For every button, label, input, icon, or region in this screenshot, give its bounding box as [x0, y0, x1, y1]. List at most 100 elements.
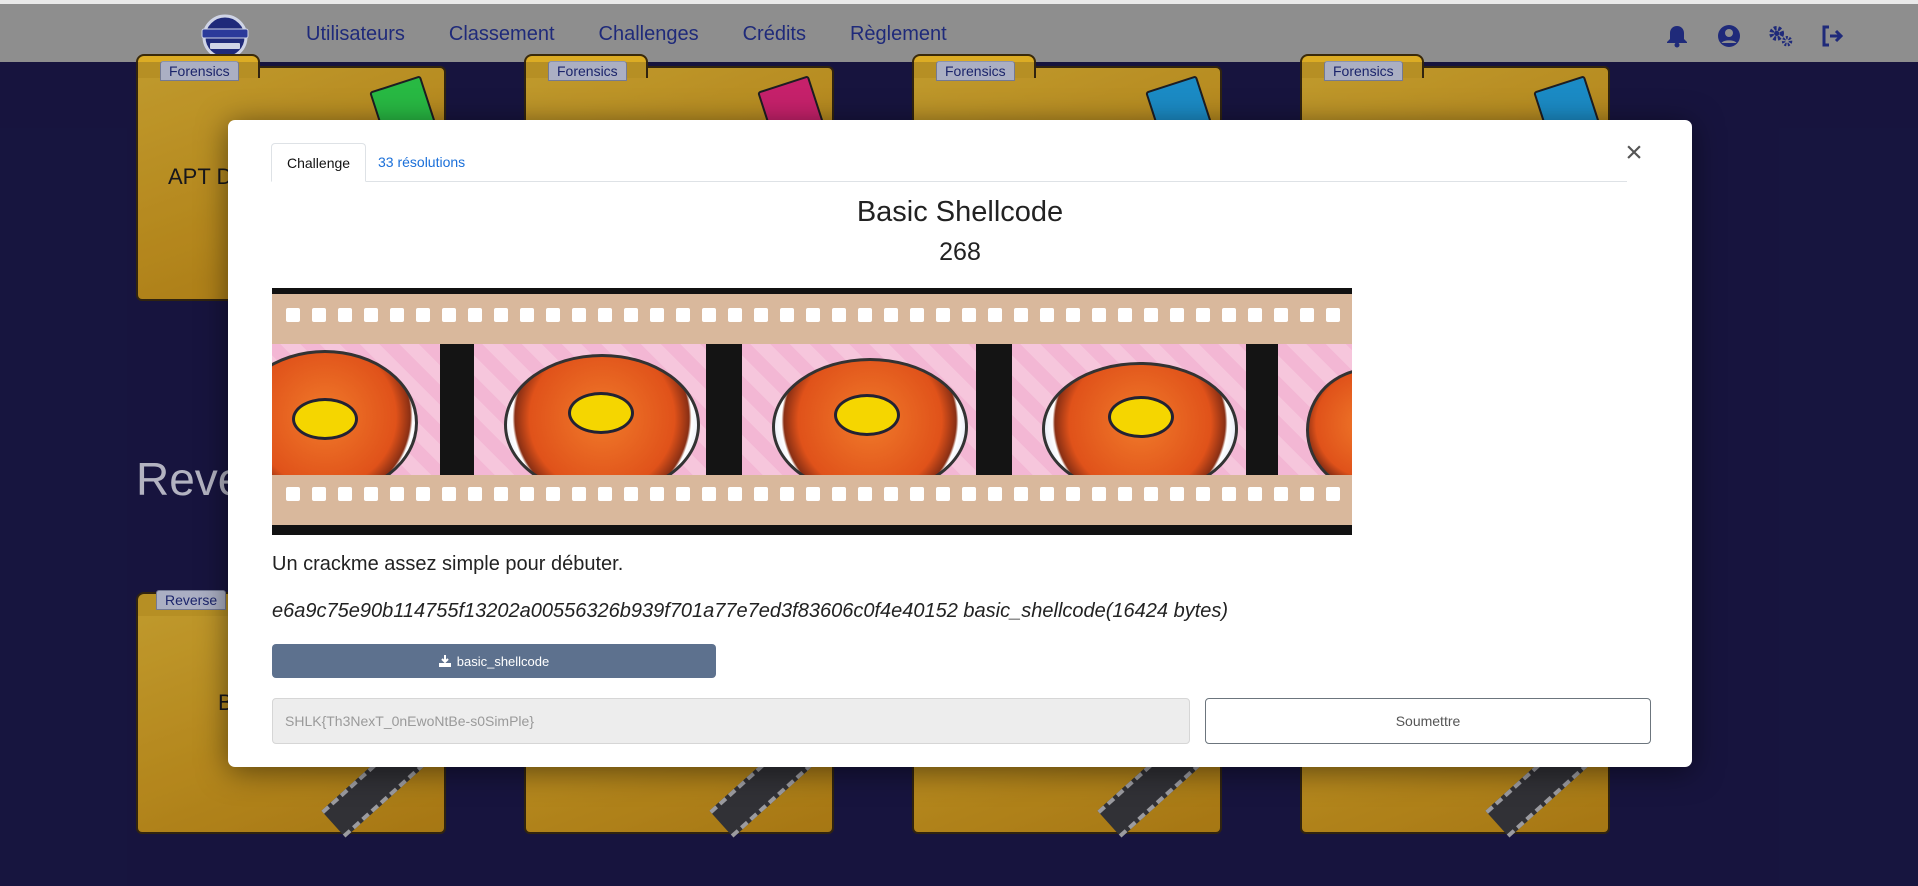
sprocket-hole	[1014, 308, 1028, 322]
sprocket-hole	[1014, 487, 1028, 501]
sprocket-hole	[390, 308, 404, 322]
sprocket-hole	[910, 487, 924, 501]
sprocket-hole	[1326, 487, 1340, 501]
sprocket-hole	[988, 308, 1002, 322]
sprocket-row	[272, 308, 1352, 322]
film-edge-top	[272, 288, 1352, 344]
sprocket-hole	[728, 308, 742, 322]
sprocket-hole	[598, 487, 612, 501]
sprocket-hole	[364, 308, 378, 322]
sprocket-hole	[1196, 487, 1210, 501]
sprocket-hole	[442, 308, 456, 322]
nav-link-credits[interactable]: Crédits	[743, 23, 806, 46]
flag-input[interactable]	[272, 698, 1190, 744]
challenge-description: Un crackme assez simple pour débuter.	[272, 553, 624, 575]
sprocket-hole	[416, 487, 430, 501]
sprocket-hole	[1300, 308, 1314, 322]
nav-link-users[interactable]: Utilisateurs	[306, 23, 405, 46]
sprocket-hole	[702, 487, 716, 501]
sprocket-hole	[286, 308, 300, 322]
frame-gap	[440, 344, 474, 494]
challenge-modal: × Challenge 33 résolutions Basic Shellco…	[228, 120, 1692, 767]
challenge-points: 268	[939, 238, 981, 266]
sprocket-hole	[884, 487, 898, 501]
sprocket-hole	[780, 487, 794, 501]
download-file-label: basic_shellcode	[456, 653, 550, 669]
sprocket-hole	[1092, 308, 1106, 322]
tab-challenge[interactable]: Challenge	[271, 143, 367, 182]
sprocket-hole	[338, 487, 352, 501]
submit-button[interactable]: Soumettre	[1205, 698, 1651, 744]
sprocket-hole	[1040, 308, 1054, 322]
sprocket-hole	[572, 308, 586, 322]
nav-link-challenges[interactable]: Challenges	[599, 23, 699, 46]
sprocket-hole	[1092, 487, 1106, 501]
sprocket-hole	[884, 308, 898, 322]
nav-link-rules[interactable]: Règlement	[850, 23, 947, 46]
sprocket-hole	[754, 487, 768, 501]
modal-tabs: Challenge 33 résolutions	[271, 143, 1627, 182]
sprocket-hole	[858, 308, 872, 322]
sprocket-hole	[832, 308, 846, 322]
sprocket-hole	[286, 487, 300, 501]
sprocket-hole	[1222, 487, 1236, 501]
sprocket-hole	[754, 308, 768, 322]
sprocket-hole	[312, 308, 326, 322]
cogs-icon[interactable]	[1768, 23, 1794, 49]
sprocket-hole	[598, 308, 612, 322]
sprocket-hole	[1144, 308, 1158, 322]
sprocket-hole	[1196, 308, 1210, 322]
sprocket-hole	[1144, 487, 1158, 501]
top-navbar: Utilisateurs Classement Challenges Crédi…	[0, 0, 1918, 62]
sprocket-hole	[442, 487, 456, 501]
sprocket-hole	[312, 487, 326, 501]
sprocket-hole	[1118, 308, 1132, 322]
sprocket-hole	[1066, 487, 1080, 501]
sprocket-hole	[520, 308, 534, 322]
sprocket-hole	[910, 308, 924, 322]
spoon-image	[568, 392, 634, 434]
sprocket-hole	[624, 487, 638, 501]
sign-out-icon[interactable]	[1820, 23, 1846, 49]
sprocket-hole	[1170, 487, 1184, 501]
sprocket-hole	[1300, 487, 1314, 501]
sprocket-hole	[546, 308, 560, 322]
frame-gap	[706, 344, 742, 494]
sprocket-hole	[494, 487, 508, 501]
sprocket-hole	[364, 487, 378, 501]
user-circle-icon[interactable]	[1716, 23, 1742, 49]
sprocket-hole	[546, 487, 560, 501]
sprocket-hole	[702, 308, 716, 322]
sprocket-row	[272, 487, 1352, 501]
sprocket-hole	[806, 487, 820, 501]
sprocket-hole	[676, 308, 690, 322]
frame-gap	[976, 344, 1012, 494]
file-hash-line: e6a9c75e90b114755f13202a00556326b939f701…	[272, 600, 1229, 622]
sprocket-hole	[624, 308, 638, 322]
download-icon	[438, 655, 451, 667]
sprocket-hole	[962, 308, 976, 322]
sprocket-hole	[468, 308, 482, 322]
spoon-image	[292, 398, 358, 440]
sprocket-hole	[936, 308, 950, 322]
sprocket-hole	[1274, 308, 1288, 322]
sprocket-hole	[520, 487, 534, 501]
sprocket-hole	[806, 308, 820, 322]
sprocket-hole	[962, 487, 976, 501]
sprocket-hole	[1222, 308, 1236, 322]
bell-icon[interactable]	[1664, 23, 1690, 49]
sprocket-hole	[338, 308, 352, 322]
nav-link-ranking[interactable]: Classement	[449, 23, 555, 46]
download-file-button[interactable]: basic_shellcode	[272, 644, 716, 678]
sprocket-hole	[988, 487, 1002, 501]
tab-resolutions[interactable]: 33 résolutions	[363, 143, 480, 181]
sprocket-hole	[1170, 308, 1184, 322]
sprocket-hole	[650, 308, 664, 322]
sprocket-hole	[676, 487, 690, 501]
sprocket-hole	[1118, 487, 1132, 501]
sprocket-hole	[832, 487, 846, 501]
sprocket-hole	[572, 487, 586, 501]
film-edge-bottom	[272, 475, 1352, 535]
sprocket-hole	[390, 487, 404, 501]
spoon-image	[834, 394, 900, 436]
